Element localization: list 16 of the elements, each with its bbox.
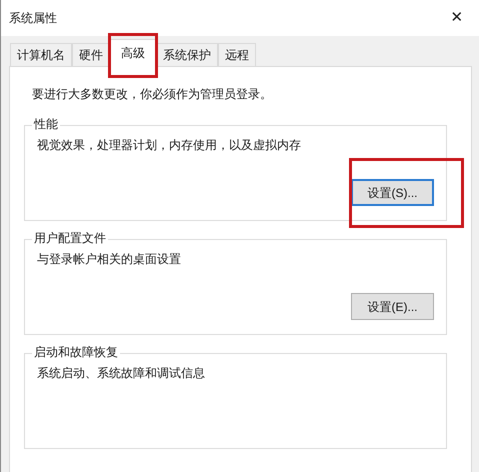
group-title: 启动和故障恢复 (32, 345, 120, 359)
settings-button[interactable]: 设置(E)... (351, 293, 434, 320)
tab[interactable]: 计算机名 (10, 43, 72, 66)
tab[interactable]: 远程 (218, 43, 256, 66)
group-title: 性能 (32, 117, 60, 131)
group-description: 与登录帐户相关的桌面设置 (37, 251, 182, 268)
settings-button[interactable]: 设置(S)... (351, 179, 434, 206)
tab[interactable]: 硬件 (72, 43, 110, 66)
group-description: 视觉效果，处理器计划，内存使用，以及虚拟内存 (37, 137, 302, 154)
group-title: 用户配置文件 (32, 231, 108, 245)
admin-notice: 要进行大多数更改，你必须作为管理员登录。 (32, 86, 273, 103)
group-description: 系统启动、系统故障和调试信息 (37, 365, 206, 382)
close-button[interactable]: ✕ (443, 6, 471, 30)
window-title: 系统属性 (9, 10, 57, 27)
tab[interactable]: 高级 (110, 39, 156, 67)
tab[interactable]: 系统保护 (156, 43, 218, 66)
